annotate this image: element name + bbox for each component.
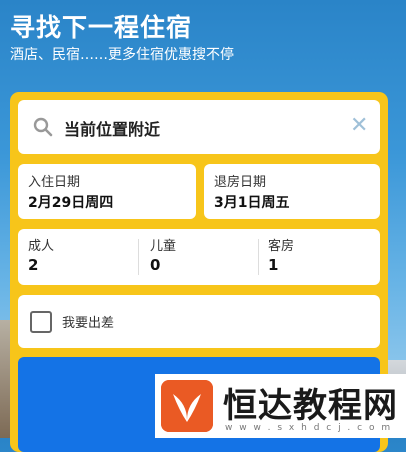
location-text: 当前位置附近: [64, 120, 161, 139]
watermark: 恒达教程网 w w w . s x h d c j . c o m: [155, 374, 406, 438]
close-icon[interactable]: ✕: [350, 115, 368, 137]
watermark-url: w w w . s x h d c j . c o m: [225, 423, 393, 433]
guests-selector: 成人 2 儿童 0 客房 1: [18, 229, 380, 285]
business-trip-checkbox[interactable]: [30, 311, 52, 333]
checkout-label: 退房日期: [214, 175, 267, 190]
checkout-value: 3月1日周五: [214, 195, 290, 211]
page-title: 寻找下一程住宿: [10, 13, 193, 42]
children-value: 0: [150, 256, 161, 274]
rooms-value: 1: [268, 256, 279, 274]
adults-field[interactable]: 成人 2: [18, 229, 138, 285]
checkin-date-field[interactable]: 入住日期 2月29日周四: [18, 164, 196, 219]
checkout-date-field[interactable]: 退房日期 3月1日周五: [204, 164, 380, 219]
rooms-label: 客房: [268, 239, 295, 254]
search-icon: [33, 117, 53, 137]
business-trip-option[interactable]: 我要出差: [18, 295, 380, 348]
location-search-field[interactable]: 当前位置附近 ✕: [18, 100, 380, 154]
watermark-title: 恒达教程网: [223, 386, 398, 426]
site-logo-icon: [161, 380, 213, 432]
checkin-value: 2月29日周四: [28, 195, 114, 211]
adults-value: 2: [28, 256, 39, 274]
adults-label: 成人: [28, 239, 55, 254]
children-field[interactable]: 儿童 0: [140, 229, 260, 285]
divider: [138, 239, 139, 275]
page-subtitle: 酒店、民宿……更多住宿优惠搜不停: [10, 47, 234, 63]
business-trip-label: 我要出差: [62, 316, 115, 331]
children-label: 儿童: [150, 239, 177, 254]
checkin-label: 入住日期: [28, 175, 81, 190]
rooms-field[interactable]: 客房 1: [258, 229, 378, 285]
